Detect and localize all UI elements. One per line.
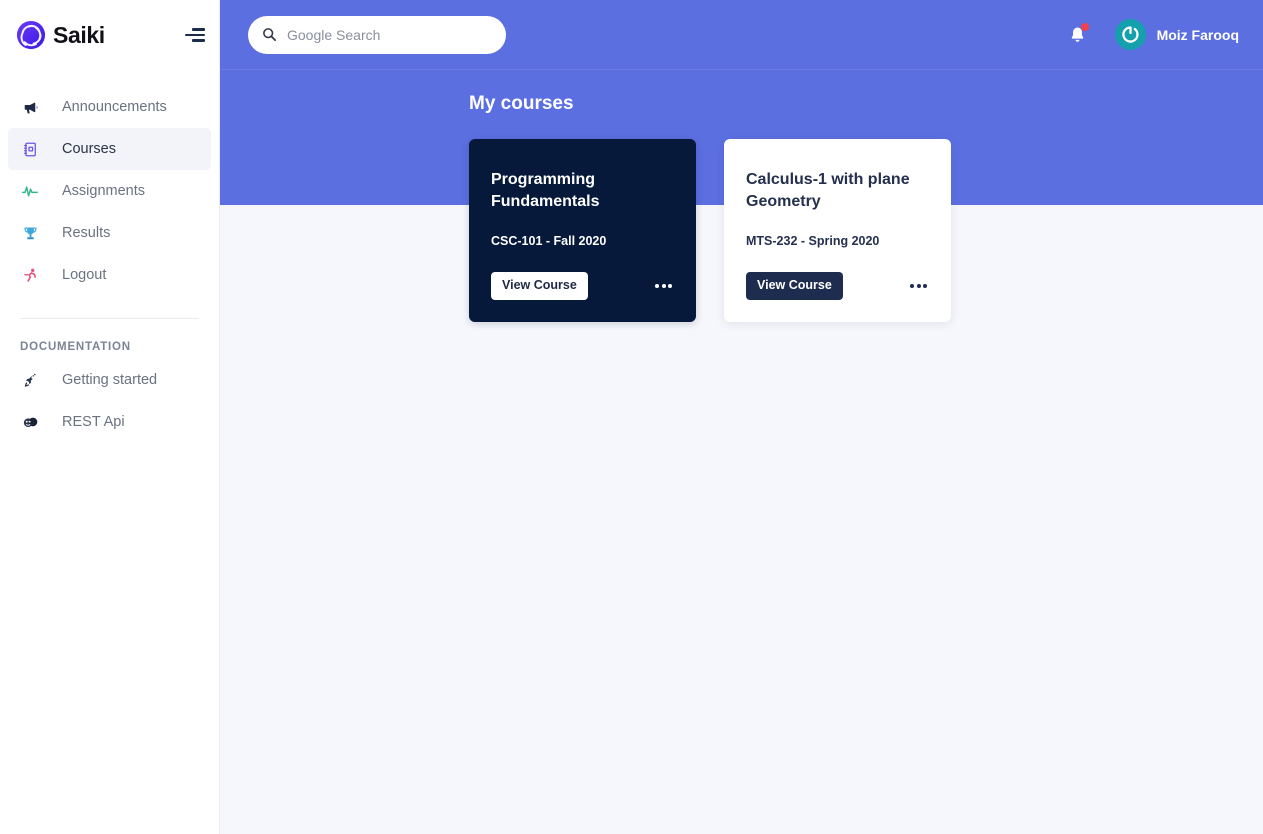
sidebar-item-courses[interactable]: Courses xyxy=(8,128,211,170)
hamburger-bar-2 xyxy=(185,33,205,37)
search-icon xyxy=(263,28,277,42)
sidebar-item-label: Getting started xyxy=(62,372,158,388)
hamburger-bar-1 xyxy=(192,28,205,31)
power-circle-icon xyxy=(1121,26,1139,43)
search-input[interactable] xyxy=(287,26,492,43)
running-person-icon xyxy=(20,265,40,285)
dot-3 xyxy=(668,284,672,289)
course-title: Programming Fundamentals xyxy=(491,171,600,211)
sidebar-item-label: Assignments xyxy=(62,183,146,199)
hamburger-bar-3 xyxy=(192,39,205,42)
view-course-button[interactable]: View Course xyxy=(491,272,588,300)
notification-badge-dot xyxy=(1080,22,1089,31)
sidebar-item-label: Logout xyxy=(62,267,107,283)
sidebar-item-label: Courses xyxy=(62,141,116,157)
course-card[interactable]: Calculus-1 with plane Geometry MTS-232 -… xyxy=(724,139,951,322)
sidebar: Saiki Announcements Courses Assignments … xyxy=(0,0,220,834)
sidebar-item-assignments[interactable]: Assignments xyxy=(8,170,211,212)
avatar xyxy=(1114,19,1146,50)
course-title: Calculus-1 with plane Geometry xyxy=(746,171,910,211)
sidebar-item-announcements[interactable]: Announcements xyxy=(8,86,211,128)
more-horizontal-icon[interactable] xyxy=(908,278,929,294)
notifications-button[interactable] xyxy=(1065,22,1091,48)
course-card-footer: View Course xyxy=(491,272,674,300)
more-horizontal-icon[interactable] xyxy=(653,278,674,294)
course-meta: CSC-101 - Fall 2020 xyxy=(491,234,607,249)
sidebar-item-rest-api[interactable]: REST Api xyxy=(8,401,211,443)
dot-2 xyxy=(661,284,666,289)
sidebar-item-getting-started[interactable]: Getting started xyxy=(8,359,211,401)
view-course-button[interactable]: View Course xyxy=(746,272,843,300)
topbar: Moiz Farooq xyxy=(220,0,1263,70)
main-content: Moiz Farooq My courses Programming Funda… xyxy=(220,0,1263,834)
app-root: Saiki Announcements Courses Assignments … xyxy=(0,0,1263,834)
activity-pulse-icon xyxy=(20,181,40,201)
sidebar-item-label: Announcements xyxy=(62,99,167,115)
dot-2 xyxy=(916,284,921,289)
rocket-icon xyxy=(20,370,40,390)
courses-list: Programming Fundamentals CSC-101 - Fall … xyxy=(469,139,951,322)
theater-masks-icon xyxy=(20,412,40,432)
notebook-icon xyxy=(20,139,40,159)
sidebar-item-logout[interactable]: Logout xyxy=(8,254,211,296)
course-meta: MTS-232 - Spring 2020 xyxy=(746,234,880,249)
search-box[interactable] xyxy=(248,15,506,54)
trophy-icon xyxy=(20,223,40,243)
hamburger-menu-icon[interactable] xyxy=(185,26,205,44)
dot-3 xyxy=(923,284,927,289)
user-name: Moiz Farooq xyxy=(1156,26,1239,43)
brand-row: Saiki xyxy=(0,0,219,70)
sidebar-section-title: DOCUMENTATION xyxy=(20,341,131,353)
megaphone-icon xyxy=(20,97,40,117)
user-menu[interactable]: Moiz Farooq xyxy=(1114,19,1239,50)
aperture-icon xyxy=(16,20,46,50)
dot-1 xyxy=(910,284,914,289)
sidebar-item-label: Results xyxy=(62,225,111,241)
course-card-footer: View Course xyxy=(746,272,929,300)
sidebar-item-label: REST Api xyxy=(62,414,125,430)
brand-name: Saiki xyxy=(53,21,105,48)
dot-1 xyxy=(655,284,659,289)
sidebar-nav: Announcements Courses Assignments Result… xyxy=(0,70,219,443)
sidebar-item-results[interactable]: Results xyxy=(8,212,211,254)
course-card[interactable]: Programming Fundamentals CSC-101 - Fall … xyxy=(469,139,696,322)
page-title: My courses xyxy=(469,93,574,114)
